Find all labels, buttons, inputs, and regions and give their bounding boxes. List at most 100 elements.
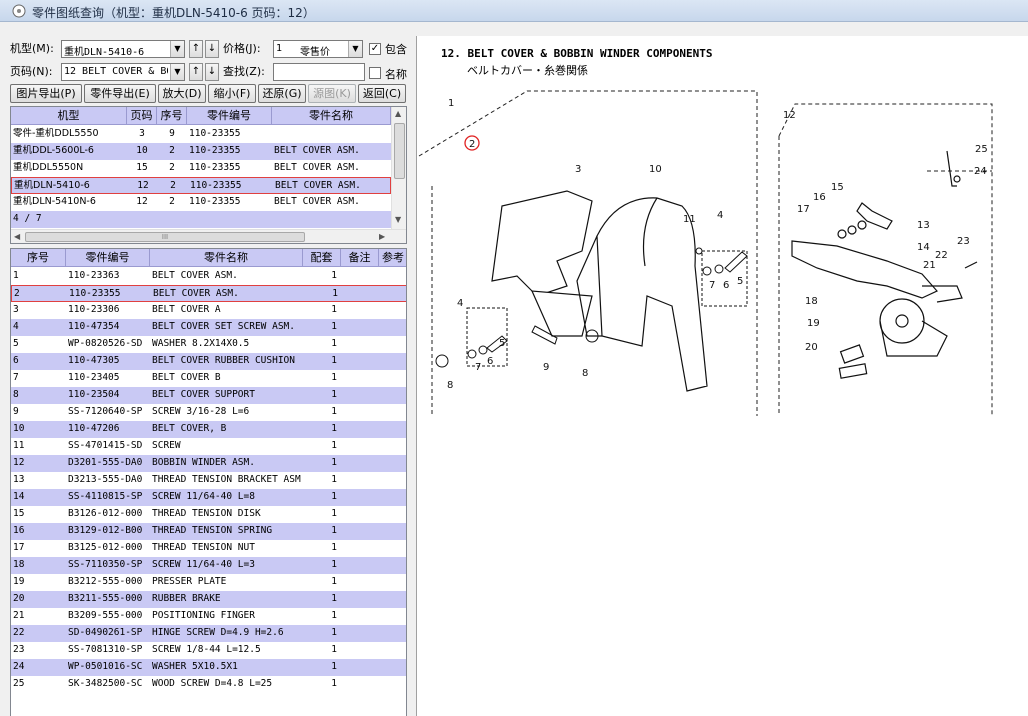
parts-grid-row[interactable]: 13 D3213-555-DA0 THREAD TENSION BRACKET AS…	[11, 472, 406, 489]
parts-grid-row[interactable]: 19 B3212-555-000 PRESSER PLATE 1	[11, 574, 406, 591]
callout: 8	[447, 380, 453, 391]
parts-grid-row[interactable]: 23 SS-7081310-SP SCREW 1/8-44 L=12.5 1	[11, 642, 406, 659]
parts-grid-row[interactable]: 14 SS-4110815-SP SCREW 11/64-40 L=8 1	[11, 489, 406, 506]
cell-part-no: SS-4701415-SD	[68, 440, 143, 451]
cell-qty: 1	[331, 661, 337, 672]
parts-grid-row[interactable]: 2 110-23355 BELT COVER ASM. 1	[11, 285, 406, 302]
hscroll-thumb[interactable]: III	[25, 232, 305, 242]
model-grid-vscrollbar[interactable]: ▲ ▼	[391, 107, 406, 229]
cell-part-no: SS-7081310-SP	[68, 644, 143, 655]
cell-seq: 12	[13, 457, 25, 468]
model-grid-row[interactable]: 重机DDL5550N 15 2 110-23355 BELT COVER ASM.	[11, 160, 391, 177]
parts-grid[interactable]: 序号 零件编号 零件名称 配套 备注 参考 1 110-23363 BELT COV…	[10, 248, 407, 716]
model-up-button[interactable]: ↑	[189, 40, 203, 58]
parts-grid-row[interactable]: 21 B3209-555-000 POSITIONING FINGER 1	[11, 608, 406, 625]
parts-grid-row[interactable]: 10 110-47206 BELT COVER, B 1	[11, 421, 406, 438]
col-header-model[interactable]: 机型	[11, 107, 127, 125]
bobbin-winder-shape	[791, 150, 978, 379]
cell-part-name: THREAD TENSION DISK	[152, 508, 261, 519]
cell-part-no: WP-0820526-SD	[68, 338, 143, 349]
col-header-part-no[interactable]: 零件编号	[66, 249, 150, 267]
parts-grid-row[interactable]: 18 SS-7110350-SP SCREW 11/64-40 L=3 1	[11, 557, 406, 574]
search-input[interactable]	[273, 63, 365, 81]
scroll-right-icon[interactable]: ▶	[379, 232, 385, 241]
col-header-qty[interactable]: 配套	[303, 249, 341, 267]
col-header-ref[interactable]: 参考	[379, 249, 406, 267]
cell-seq: 17	[13, 542, 25, 553]
model-grid-header: 机型 页码 序号 零件编号 零件名称	[11, 107, 391, 125]
parts-grid-row[interactable]: 5 WP-0820526-SD WASHER 8.2X14X0.5 1	[11, 336, 406, 353]
cell-part-name: HINGE SCREW D=4.9 H=2.6	[152, 627, 284, 638]
cell-seq: 9	[169, 128, 175, 139]
chevron-down-icon[interactable]: ▼	[170, 64, 184, 80]
callout: 21	[923, 260, 936, 271]
model-combo[interactable]: 重机DLN-5410-6 ▼	[61, 40, 185, 58]
col-header-seq[interactable]: 序号	[11, 249, 66, 267]
model-grid-hscrollbar[interactable]: ◀ III ▶	[11, 229, 406, 243]
model-grid-pager-row: 4 / 7	[11, 211, 391, 228]
cell-qty: 1	[331, 474, 337, 485]
cell-qty: 1	[331, 321, 337, 332]
model-grid-row[interactable]: 重机DDL-5600L-6 10 2 110-23355 BELT COVER ASM.	[11, 143, 391, 160]
scroll-down-icon[interactable]: ▼	[395, 215, 401, 224]
parts-grid-row[interactable]: 16 B3129-012-B00 THREAD TENSION SPRING 1	[11, 523, 406, 540]
parts-grid-row[interactable]: 25 SK-3482500-SC WOOD SCREW D=4.8 L=25 1	[11, 676, 406, 693]
cell-part-name: BELT COVER RUBBER CUSHION	[152, 355, 295, 366]
parts-grid-row[interactable]: 8 110-23504 BELT COVER SUPPORT 1	[11, 387, 406, 404]
parts-grid-row[interactable]: 24 WP-0501016-SC WASHER 5X10.5X1 1	[11, 659, 406, 676]
price-type-combo[interactable]: 1 零售价 ▼	[273, 40, 363, 58]
restore-button[interactable]: 还原(G)	[258, 84, 306, 103]
name-checkbox[interactable]	[369, 67, 381, 79]
callout: 8	[582, 368, 588, 379]
include-checkbox[interactable]: ✓	[369, 43, 381, 55]
back-button[interactable]: 返回(C)	[358, 84, 406, 103]
scroll-left-icon[interactable]: ◀	[14, 232, 20, 241]
col-header-remark[interactable]: 备注	[341, 249, 379, 267]
model-grid-row[interactable]: 重机DLN-5410N-6 12 2 110-23355 BELT COVER ASM.	[11, 194, 391, 211]
col-header-part-no[interactable]: 零件编号	[187, 107, 272, 125]
parts-grid-row[interactable]: 17 B3125-012-000 THREAD TENSION NUT 1	[11, 540, 406, 557]
parts-grid-row[interactable]: 4 110-47354 BELT COVER SET SCREW ASM. 1	[11, 319, 406, 336]
cell-qty: 1	[331, 304, 337, 315]
parts-grid-row[interactable]: 6 110-47305 BELT COVER RUBBER CUSHION 1	[11, 353, 406, 370]
parts-grid-row[interactable]: 11 SS-4701415-SD SCREW 1	[11, 438, 406, 455]
source-image-button[interactable]: 源图(K)	[308, 84, 356, 103]
parts-drawing-viewer[interactable]: 12. BELT COVER & BOBBIN WINDER COMPONENT…	[416, 36, 1028, 716]
model-grid[interactable]: 机型 页码 序号 零件编号 零件名称 零件-重机DDL5550 3 9 110-233…	[10, 106, 407, 244]
model-down-button[interactable]: ↓	[205, 40, 219, 58]
model-grid-row[interactable]: 零件-重机DDL5550 3 9 110-23355	[11, 126, 391, 143]
parts-grid-row[interactable]: 20 B3211-555-000 RUBBER BRAKE 1	[11, 591, 406, 608]
pager-text: 4 / 7	[13, 213, 42, 224]
parts-grid-row[interactable]: 1 110-23363 BELT COVER ASM. 1	[11, 268, 406, 285]
parts-grid-row[interactable]: 12 D3201-555-DA0 BOBBIN WINDER ASM. 1	[11, 455, 406, 472]
cell-qty: 1	[331, 355, 337, 366]
cell-part-no: 110-23355	[189, 145, 241, 156]
page-up-button[interactable]: ↑	[189, 63, 203, 81]
col-header-part-name[interactable]: 零件名称	[272, 107, 391, 125]
page-combo[interactable]: 12 BELT COVER & BOBBIN ▼	[61, 63, 185, 81]
chevron-down-icon[interactable]: ▼	[170, 41, 184, 57]
col-header-part-name[interactable]: 零件名称	[150, 249, 303, 267]
zoom-out-button[interactable]: 缩小(F)	[208, 84, 256, 103]
cell-part-name: POSITIONING FINGER	[152, 610, 255, 621]
parts-grid-row[interactable]: 3 110-23306 BELT COVER A 1	[11, 302, 406, 319]
page-down-button[interactable]: ↓	[205, 63, 219, 81]
model-grid-row[interactable]: 重机DLN-5410-6 12 2 110-23355 BELT COVER ASM.	[11, 177, 391, 194]
parts-grid-row[interactable]: 9 SS-7120640-SP SCREW 3/16-28 L=6 1	[11, 404, 406, 421]
zoom-in-button[interactable]: 放大(D)	[158, 84, 206, 103]
col-header-page[interactable]: 页码	[127, 107, 157, 125]
scroll-up-icon[interactable]: ▲	[395, 109, 401, 118]
chevron-down-icon[interactable]: ▼	[348, 41, 362, 57]
col-header-seq[interactable]: 序号	[157, 107, 187, 125]
parts-grid-row[interactable]: 7 110-23405 BELT COVER B 1	[11, 370, 406, 387]
belt-cover-b-shape	[576, 197, 708, 392]
parts-grid-row[interactable]: 22 SD-0490261-SP HINGE SCREW D=4.9 H=2.6 1	[11, 625, 406, 642]
cell-seq: 19	[13, 576, 25, 587]
cell-page: 12	[136, 196, 148, 207]
scroll-thumb[interactable]	[394, 123, 405, 179]
export-parts-button[interactable]: 零件导出(E)	[84, 84, 156, 103]
cell-part-name: WOOD SCREW D=4.8 L=25	[152, 678, 273, 689]
cell-part-name: BELT COVER B	[152, 372, 221, 383]
parts-grid-row[interactable]: 15 B3126-012-000 THREAD TENSION DISK 1	[11, 506, 406, 523]
export-image-button[interactable]: 图片导出(P)	[10, 84, 82, 103]
